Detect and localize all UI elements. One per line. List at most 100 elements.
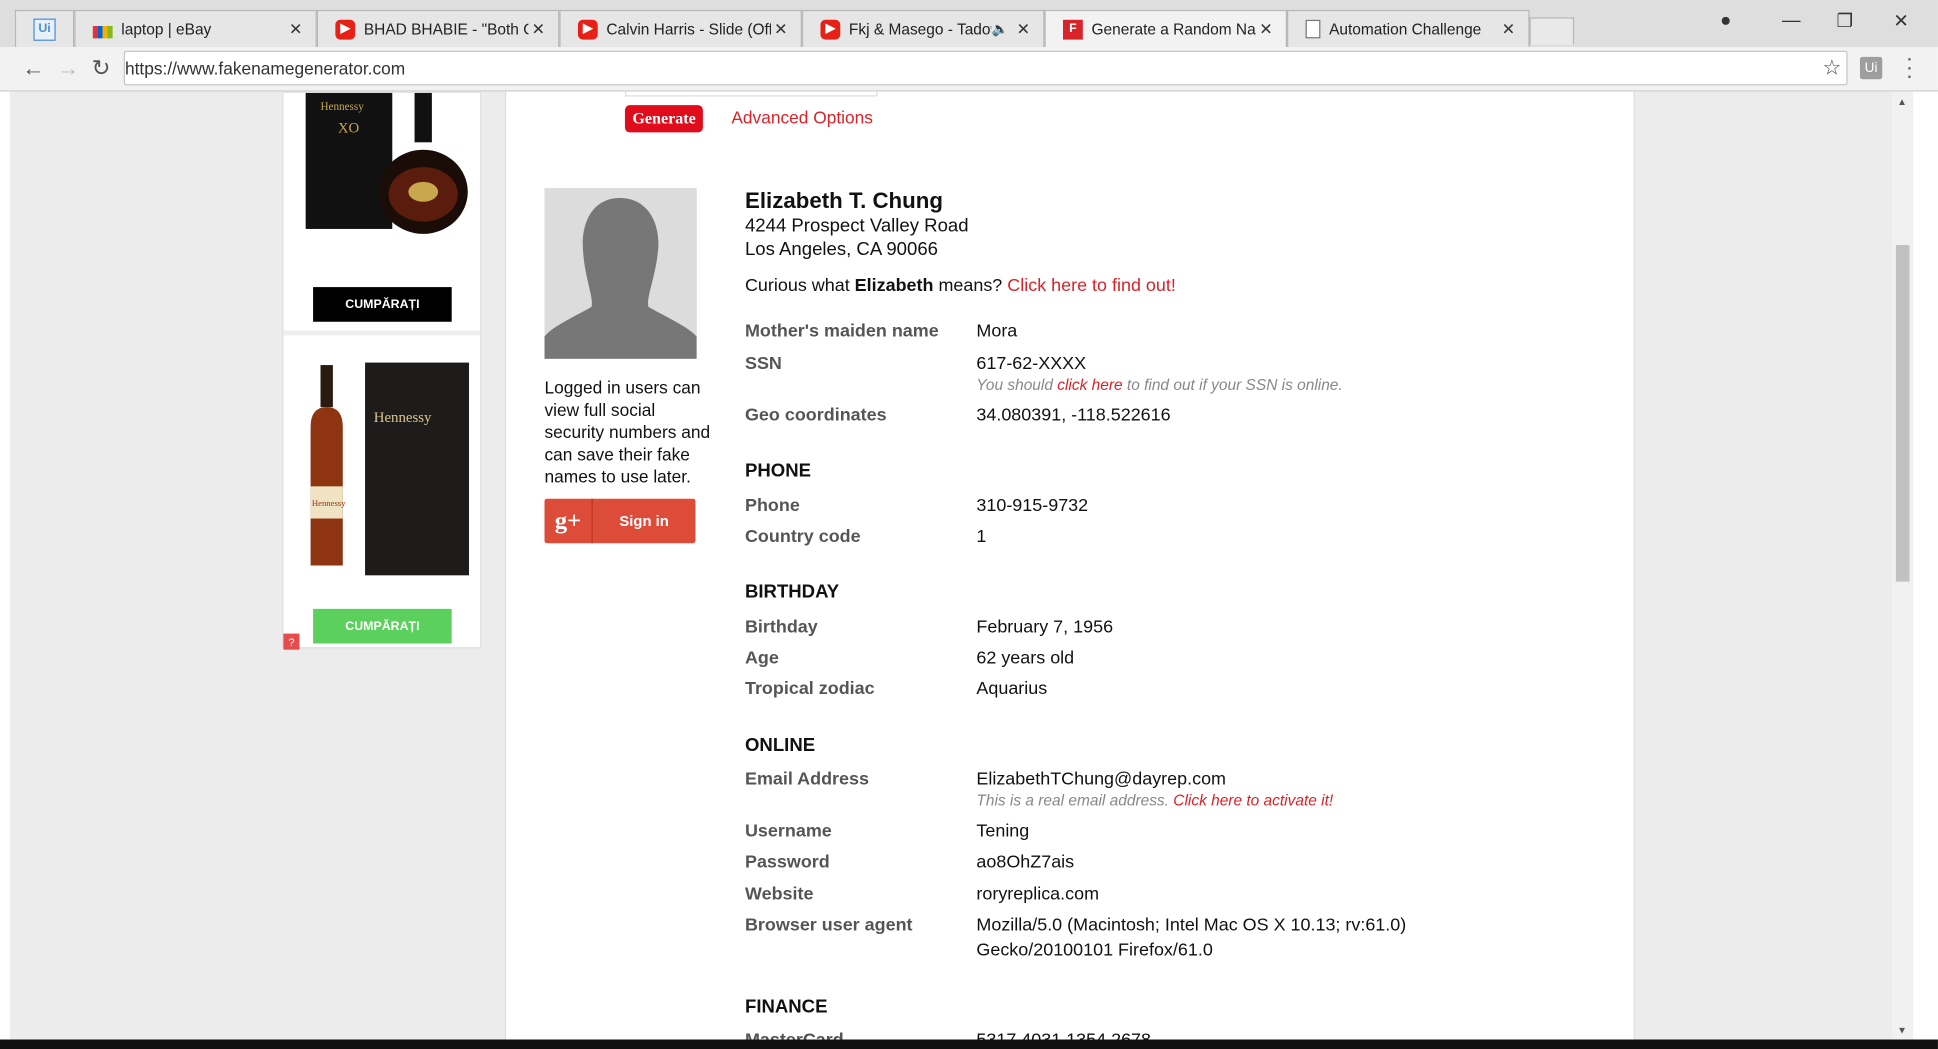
avatar (545, 188, 697, 359)
phone-section-title: PHONE (745, 460, 811, 481)
cognac-ad-image-1[interactable]: Hennessy XO (293, 93, 471, 241)
password-label: Password (745, 853, 830, 873)
tab-label: Generate a Random Nam (1091, 20, 1256, 37)
speaker-icon[interactable]: 🔈 (992, 21, 1009, 37)
url-text: https://www.fakenamegenerator.com (125, 58, 405, 78)
tab-youtube-3[interactable]: ▶ Fkj & Masego - Tadow 🔈 ✕ (802, 10, 1045, 47)
curious-suffix: means? (938, 276, 1002, 296)
name-meaning-link[interactable]: Click here to find out! (1007, 276, 1176, 296)
tab-label: Calvin Harris - Slide (Offic (606, 20, 771, 37)
bookmark-star-icon[interactable]: ☆ (1823, 56, 1842, 81)
email-label: Email Address (745, 770, 869, 790)
tab-uipath[interactable]: Ui (15, 10, 74, 47)
address-toolbar: ← → ↻ i https://www.fakenamegenerator.co… (0, 47, 1938, 92)
user-agent-label: Browser user agent (745, 916, 913, 936)
activate-email-link[interactable]: Click here to activate it! (1173, 792, 1333, 809)
vertical-scrollbar[interactable]: ▲ ▼ (1892, 92, 1913, 1040)
close-icon[interactable]: ✕ (1499, 19, 1519, 39)
tab-label: Automation Challenge (1329, 20, 1499, 37)
close-icon[interactable]: ✕ (1014, 19, 1034, 39)
browser-window: Ui laptop | eBay ✕ ▶ BHAD BHABIE - "Both… (0, 0, 1938, 1048)
phone-label: Phone (745, 496, 800, 516)
curious-name: Elizabeth (855, 276, 934, 296)
ssn-note-prefix: You should (976, 376, 1053, 393)
address-bar[interactable]: i https://www.fakenamegenerator.com ☆ (124, 51, 1848, 86)
tab-label: Fkj & Masego - Tadow (849, 20, 992, 37)
scroll-up-icon[interactable]: ▲ (1897, 97, 1907, 108)
password-value: ao8OhZ7ais (976, 853, 1074, 873)
full-name: Elizabeth T. Chung (745, 188, 1611, 214)
close-window-icon[interactable]: ✕ (1893, 10, 1909, 32)
tab-automation[interactable]: Automation Challenge ✕ (1287, 10, 1530, 47)
zodiac-label: Tropical zodiac (745, 679, 875, 699)
tab-label: laptop | eBay (121, 20, 286, 37)
scrollbar-thumb[interactable] (1896, 245, 1910, 582)
options-box-edge (625, 92, 877, 97)
advanced-options-link[interactable]: Advanced Options (731, 108, 873, 128)
email-value: ElizabethTChung@dayrep.com (976, 770, 1226, 790)
name-meaning-line: Curious what Elizabeth means? Click here… (745, 276, 1611, 296)
cognac-ad-image-2[interactable]: Hennessy Hennessy (293, 353, 471, 576)
brand-text-bottle: Hennessy (312, 498, 346, 508)
city-state-zip: Los Angeles, CA 90066 (745, 238, 1611, 262)
tab-youtube-2[interactable]: ▶ Calvin Harris - Slide (Offic ✕ (559, 10, 802, 47)
ad-divider (283, 330, 480, 335)
user-agent-value-line2: Gecko/20100101 Firefox/61.0 (976, 940, 1212, 960)
new-tab-button[interactable] (1530, 17, 1575, 44)
phone-value: 310-915-9732 (976, 496, 1088, 516)
mastercard-label: MasterCard (745, 1031, 844, 1040)
tab-youtube-1[interactable]: ▶ BHAD BHABIE - "Both Of ✕ (317, 10, 560, 47)
finance-section-title: FINANCE (745, 996, 828, 1017)
youtube-icon: ▶ (335, 19, 355, 39)
youtube-icon: ▶ (578, 19, 598, 39)
brand-text-box: Hennessy (374, 410, 432, 426)
menu-icon[interactable]: ··· (1906, 54, 1913, 80)
restore-icon[interactable]: ❐ (1836, 10, 1853, 32)
forward-icon[interactable]: → (57, 56, 79, 82)
back-icon[interactable]: ← (22, 56, 44, 82)
birthday-section-title: BIRTHDAY (745, 582, 839, 603)
reload-icon[interactable]: ↻ (92, 56, 111, 82)
ad-info-icon[interactable]: ? (283, 634, 299, 650)
uipath-extension-icon[interactable]: Ui (1860, 57, 1882, 79)
close-icon[interactable]: ✕ (286, 19, 306, 39)
username-label: Username (745, 822, 832, 842)
buy-button-1[interactable]: CUMPĂRAȚI (313, 287, 452, 322)
brand-xo-text: XO (338, 120, 360, 136)
geo-link[interactable]: 34.080391, -118.522616 (976, 406, 1170, 426)
maiden-value: Mora (976, 322, 1017, 342)
zodiac-value: Aquarius (976, 679, 1047, 699)
tab-ebay[interactable]: laptop | eBay ✕ (74, 10, 317, 47)
scroll-down-icon[interactable]: ▼ (1897, 1025, 1907, 1036)
identity-panel: Elizabeth T. Chung 4244 Prospect Valley … (745, 188, 1611, 296)
username-value: Tening (976, 822, 1029, 842)
ssn-value: 617-62-XXXX (976, 354, 1086, 374)
birthday-label: Birthday (745, 618, 818, 638)
ebay-icon (93, 25, 113, 37)
google-signin-button[interactable]: g+ Sign in (545, 499, 696, 544)
mastercard-value: 5317 4031 1354 2678 (976, 1031, 1151, 1040)
ad-column: Hennessy XO CUMPĂRAȚI Hennessy Hennessy … (282, 92, 481, 649)
page-viewport: Hennessy XO CUMPĂRAȚI Hennessy Hennessy … (10, 92, 1913, 1040)
tab-label: BHAD BHABIE - "Both Of (364, 20, 529, 37)
minimize-icon[interactable]: — (1782, 10, 1801, 31)
youtube-icon: ▶ (820, 19, 840, 39)
geo-label: Geo coordinates (745, 406, 887, 426)
birthday-value: February 7, 1956 (976, 618, 1113, 638)
tab-fakenamegenerator[interactable]: F Generate a Random Nam ✕ (1044, 10, 1287, 47)
generate-button[interactable]: Generate (625, 105, 703, 132)
street-address: 4244 Prospect Valley Road (745, 214, 1611, 238)
user-agent-value-line1: Mozilla/5.0 (Macintosh; Intel Mac OS X 1… (976, 916, 1406, 936)
close-icon[interactable]: ✕ (771, 19, 791, 39)
email-note: This is a real email address. Click here… (976, 792, 1333, 809)
close-icon[interactable]: ✕ (1256, 19, 1276, 39)
buy-button-2[interactable]: CUMPĂRAȚI (313, 609, 452, 644)
ssn-check-link[interactable]: click here (1057, 376, 1122, 393)
website-value: roryreplica.com (976, 885, 1099, 905)
fng-icon: F (1063, 19, 1083, 39)
brand-text: Hennessy (321, 101, 365, 113)
profile-icon[interactable]: ● (1720, 10, 1731, 31)
ssn-note: You should click here to find out if you… (976, 376, 1342, 393)
online-section-title: ONLINE (745, 735, 815, 756)
close-icon[interactable]: ✕ (528, 19, 548, 39)
